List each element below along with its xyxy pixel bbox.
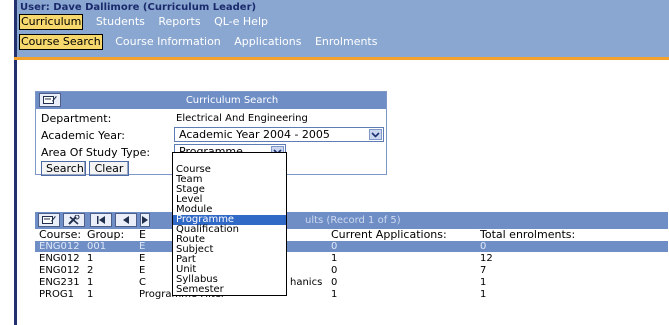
header-divider <box>14 57 669 60</box>
cell-description: E <box>139 241 146 252</box>
first-record-icon[interactable] <box>90 213 112 227</box>
cell-applications: 0 <box>331 241 338 252</box>
column-description: E <box>139 228 146 241</box>
cell-description: E <box>139 265 146 276</box>
search-panel-title: Curriculum Search <box>185 95 279 106</box>
next-record-icon[interactable] <box>140 213 150 227</box>
department-value: Electrical And Engineering <box>176 113 308 124</box>
cell-group: 2 <box>87 265 94 276</box>
menu-reports[interactable]: Reports <box>158 15 200 29</box>
left-rule <box>14 0 17 325</box>
cell-applications: 1 <box>331 253 338 264</box>
cell-applications: 1 <box>331 289 338 300</box>
submenu-enrolments[interactable]: Enrolments <box>315 35 378 49</box>
search-results-panel: ults (Record 1 of 5) Course: Group: E Cu… <box>35 212 668 300</box>
area-of-study-label: Area Of Study Type: <box>41 146 151 159</box>
cell-enrolments: 1 <box>480 289 487 300</box>
results-header-row: Course: Group: E Current Applications: T… <box>35 229 668 241</box>
option-semester[interactable]: Semester <box>173 285 286 295</box>
table-row[interactable]: ENG231 1 C hanics 0 1 <box>35 277 668 288</box>
column-group: Group: <box>87 228 125 241</box>
cell-description-fragment: hanics <box>290 277 323 288</box>
cell-course: ENG012 <box>39 241 80 252</box>
cell-applications: 0 <box>331 277 338 288</box>
academic-year-select[interactable]: Academic Year 2004 - 2005 <box>174 127 384 142</box>
menu-curriculum[interactable]: Curriculum <box>18 14 84 30</box>
results-title: ults (Record 1 of 5) <box>305 215 401 226</box>
cell-course: ENG012 <box>39 253 80 264</box>
clear-button[interactable]: Clear <box>89 161 129 176</box>
cell-course: ENG231 <box>39 277 80 288</box>
submenu-course-information[interactable]: Course Information <box>115 35 221 49</box>
tools-icon[interactable] <box>63 213 85 227</box>
cell-group: 1 <box>87 253 94 264</box>
cell-group: 1 <box>87 277 94 288</box>
table-row[interactable]: ENG012 001 E 0 0 <box>35 241 668 252</box>
cell-enrolments: 12 <box>480 253 493 264</box>
cell-description: E <box>139 253 146 264</box>
department-label: Department: <box>41 112 112 125</box>
submenu-course-search[interactable]: Course Search <box>19 34 103 50</box>
column-course: Course: <box>39 228 82 241</box>
academic-year-label: Academic Year: <box>41 129 125 142</box>
menu-students[interactable]: Students <box>96 15 145 29</box>
sub-menu: Course Search Course Information Applica… <box>19 34 387 50</box>
cell-description: C <box>139 277 146 288</box>
cell-enrolments: 7 <box>480 265 487 276</box>
cell-enrolments: 0 <box>480 241 487 252</box>
column-total-enrolments: Total enrolments: <box>480 228 576 241</box>
edit-form-icon[interactable] <box>38 213 60 227</box>
table-row[interactable]: ENG012 1 E g 1 12 <box>35 253 668 264</box>
cell-enrolments: 1 <box>480 277 487 288</box>
main-menu: Curriculum Students Reports QL-e Help <box>18 14 278 30</box>
academic-year-value: Academic Year 2004 - 2005 <box>179 128 330 141</box>
cell-applications: 0 <box>331 265 338 276</box>
area-of-study-dropdown-list: Course Team Stage Level Module Programme… <box>172 152 287 296</box>
menu-qle-help[interactable]: QL-e Help <box>214 15 268 29</box>
user-info: User: Dave Dallimore (Curriculum Leader) <box>20 2 257 13</box>
table-row[interactable]: ENG012 2 E g 0 7 <box>35 265 668 276</box>
cell-group: 001 <box>87 241 107 252</box>
column-current-applications: Current Applications: <box>331 228 447 241</box>
search-button[interactable]: Search <box>41 161 86 176</box>
cell-course: PROG1 <box>39 289 74 300</box>
previous-record-icon[interactable] <box>115 213 137 227</box>
submenu-applications[interactable]: Applications <box>234 35 301 49</box>
cell-course: ENG012 <box>39 265 80 276</box>
cell-group: 1 <box>87 289 94 300</box>
chevron-down-icon[interactable] <box>369 129 382 140</box>
table-row[interactable]: PROG1 1 Programme Filter 1 1 <box>35 289 668 300</box>
